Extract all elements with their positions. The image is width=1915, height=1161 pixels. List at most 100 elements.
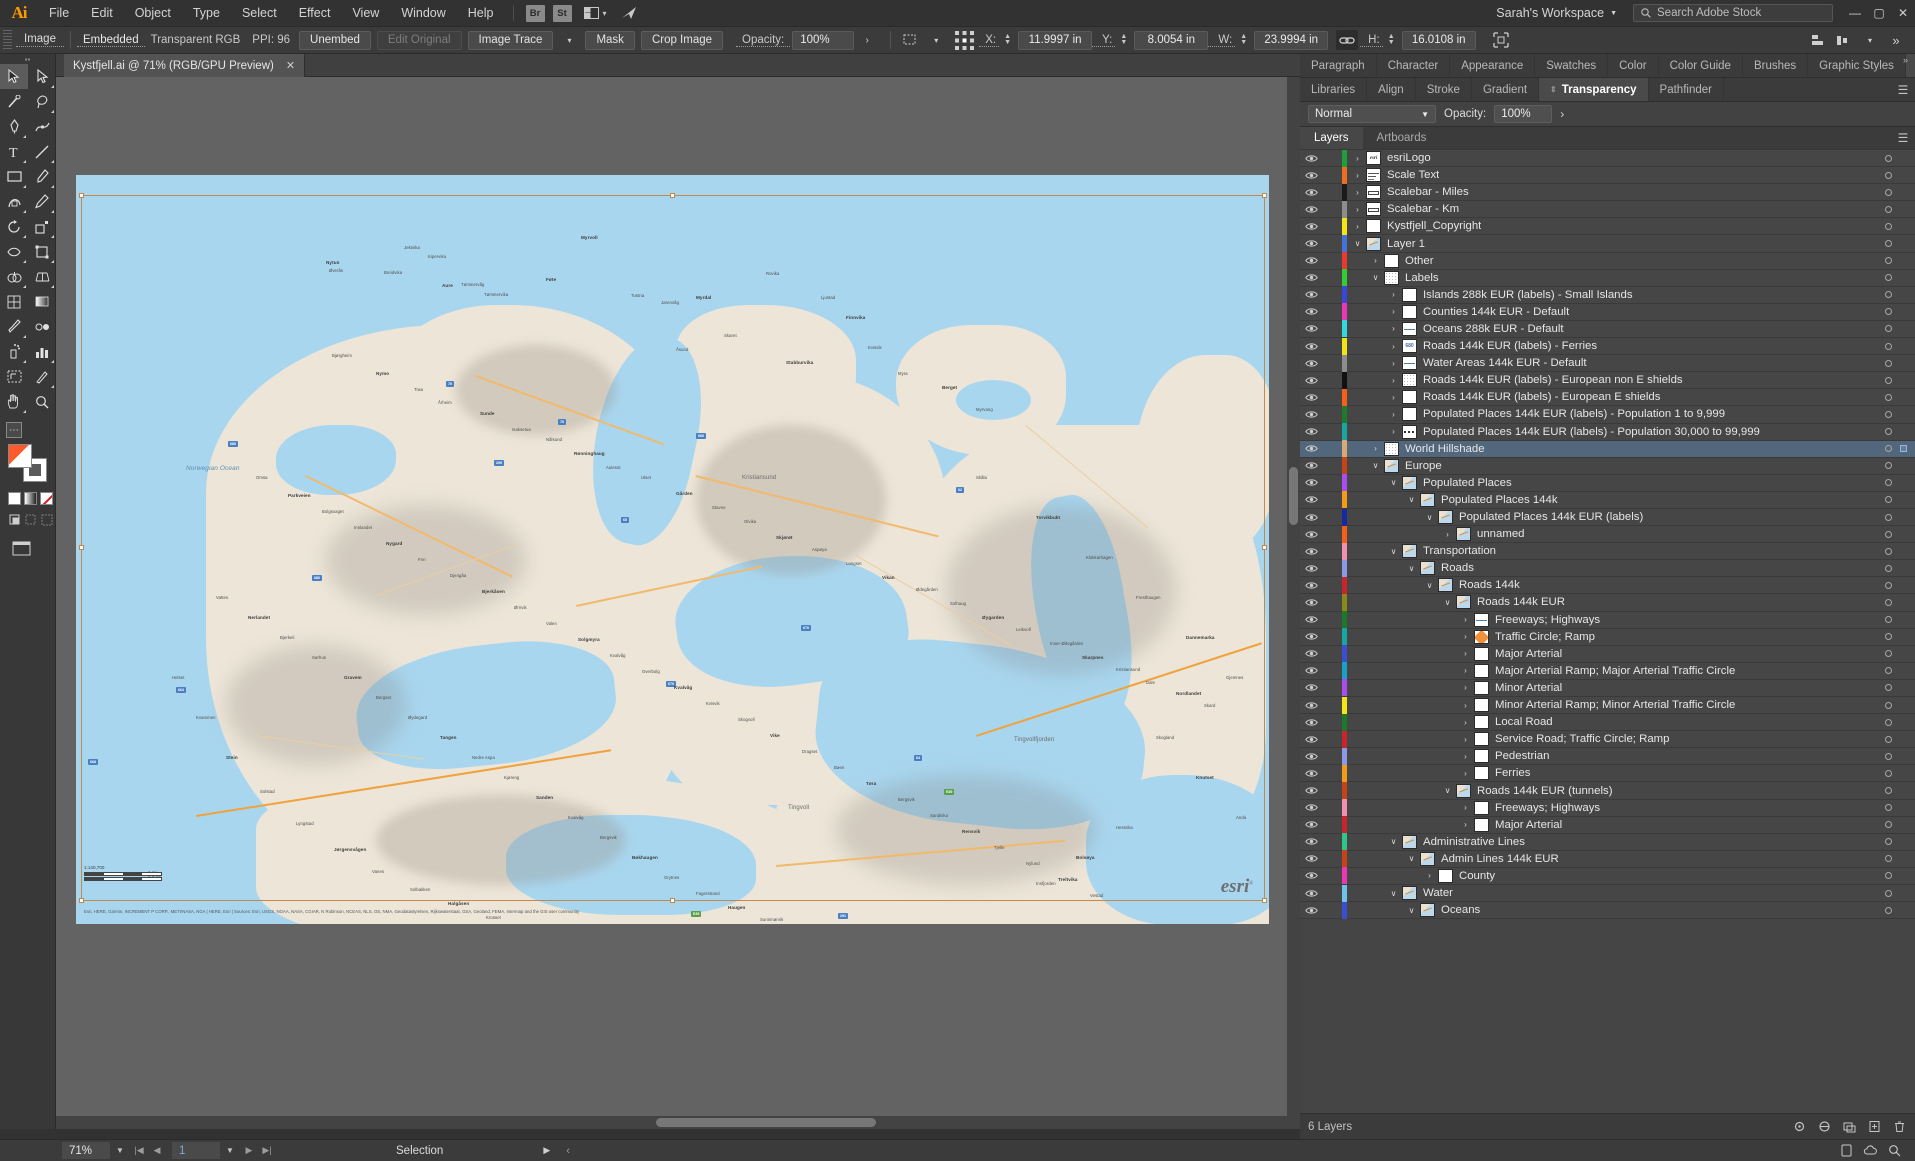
tab-transparency[interactable]: ⇕ Transparency (1539, 78, 1649, 101)
canvas-horizontal-scroll-thumb[interactable] (656, 1118, 876, 1127)
layer-expand-toggle[interactable]: › (1387, 427, 1400, 436)
artboard-number-input[interactable]: 1 (172, 1142, 220, 1159)
unembed-button[interactable]: Unembed (299, 31, 371, 50)
layer-row[interactable]: ›Roads 144k EUR (labels) - European non … (1300, 372, 1915, 389)
layer-expand-toggle[interactable]: ∨ (1405, 906, 1418, 915)
x-input[interactable]: 11.9997 in (1018, 31, 1092, 50)
transform-chevron-down-icon[interactable]: ▾ (925, 30, 947, 50)
layer-row[interactable]: ∨Layer 1 (1300, 235, 1915, 252)
mask-button[interactable]: Mask (585, 31, 634, 50)
gradient-fill-button[interactable] (24, 492, 37, 505)
crop-image-button[interactable]: Crop Image (641, 31, 723, 50)
blend-tool[interactable] (28, 314, 56, 339)
menu-type[interactable]: Type (182, 0, 231, 27)
opacity-options-icon[interactable]: › (1560, 107, 1564, 121)
layer-expand-toggle[interactable]: › (1459, 735, 1472, 744)
layer-row[interactable]: ›Service Road; Traffic Circle; Ramp (1300, 731, 1915, 748)
opacity-label[interactable]: Opacity: (736, 34, 790, 47)
align-icon[interactable] (1807, 30, 1829, 50)
type-tool[interactable]: T (0, 139, 28, 164)
layer-expand-toggle[interactable]: ∨ (1369, 273, 1382, 282)
artboard-tool[interactable] (0, 364, 28, 389)
bridge-icon[interactable]: Br (526, 5, 545, 22)
layer-row[interactable]: ›esriesriLogo (1300, 150, 1915, 167)
layer-row[interactable]: ›Kystfjell_Copyright (1300, 218, 1915, 235)
layer-visibility-toggle[interactable] (1300, 205, 1322, 214)
layer-row[interactable]: ›unnamed (1300, 526, 1915, 543)
layer-target-icon[interactable] (1885, 172, 1892, 179)
tab-gradient[interactable]: Gradient (1472, 78, 1539, 101)
screen-mode-button[interactable] (12, 541, 55, 556)
scale-tool[interactable] (28, 214, 56, 239)
layer-visibility-toggle[interactable] (1300, 427, 1322, 436)
tab-align[interactable]: Align (1367, 78, 1416, 101)
distribute-icon[interactable] (1833, 30, 1855, 50)
layer-visibility-toggle[interactable] (1300, 718, 1322, 727)
panel-menu-icon-2[interactable]: ☰ (1891, 78, 1915, 101)
layer-visibility-toggle[interactable] (1300, 769, 1322, 778)
layer-target-icon[interactable] (1885, 907, 1892, 914)
fill-swatch[interactable] (8, 444, 32, 468)
tab-pathfinder[interactable]: Pathfinder (1649, 78, 1724, 101)
layer-visibility-toggle[interactable] (1300, 393, 1322, 402)
selection-handle-mr[interactable] (1262, 545, 1267, 550)
layer-expand-toggle[interactable]: › (1387, 376, 1400, 385)
layer-visibility-toggle[interactable] (1300, 735, 1322, 744)
minimize-button[interactable]: — (1843, 0, 1867, 27)
layer-visibility-toggle[interactable] (1300, 530, 1322, 539)
rotate-tool[interactable] (0, 214, 28, 239)
stock-icon[interactable]: St (553, 5, 572, 22)
layer-row[interactable]: ›Scalebar - Miles (1300, 184, 1915, 201)
layer-target-icon[interactable] (1885, 206, 1892, 213)
toolbar-grip[interactable]: ▪▪ (0, 54, 55, 64)
constrain-proportions-icon[interactable] (1336, 30, 1358, 50)
layer-expand-toggle[interactable]: › (1459, 701, 1472, 710)
layer-target-icon[interactable] (1885, 548, 1892, 555)
layer-expand-toggle[interactable]: › (1387, 324, 1400, 333)
layer-visibility-toggle[interactable] (1300, 222, 1322, 231)
canvas-vertical-scrollbar[interactable] (1287, 77, 1300, 1129)
stock-search-icon[interactable] (621, 6, 638, 20)
layer-row[interactable]: ›County (1300, 868, 1915, 885)
layer-visibility-toggle[interactable] (1300, 324, 1322, 333)
tab-artboards[interactable]: Artboards (1363, 127, 1441, 149)
layer-expand-toggle[interactable]: › (1459, 666, 1472, 675)
status-chevron-left-icon[interactable]: ‹ (566, 1145, 570, 1157)
layer-expand-toggle[interactable]: ∨ (1387, 478, 1400, 487)
layer-row[interactable]: ›Scale Text (1300, 167, 1915, 184)
selection-handle-bl[interactable] (79, 898, 84, 903)
symbol-sprayer-tool[interactable] (0, 339, 28, 364)
layer-target-icon[interactable] (1885, 360, 1892, 367)
layer-expand-toggle[interactable]: › (1351, 154, 1364, 163)
layer-expand-toggle[interactable]: › (1459, 615, 1472, 624)
opacity-options-chevron-icon[interactable]: › (856, 30, 878, 50)
layer-visibility-toggle[interactable] (1300, 803, 1322, 812)
layer-row[interactable]: ∨Roads 144k EUR (tunnels) (1300, 782, 1915, 799)
layer-expand-toggle[interactable]: ∨ (1369, 461, 1382, 470)
reference-point-selector[interactable] (951, 30, 977, 50)
layer-expand-toggle[interactable]: ∨ (1405, 495, 1418, 504)
layer-visibility-toggle[interactable] (1300, 906, 1322, 915)
layer-row[interactable]: ›Freeways; Highways (1300, 800, 1915, 817)
w-input[interactable]: 23.9994 in (1254, 31, 1328, 50)
layer-row[interactable]: ›Populated Places 144k EUR (labels) - Po… (1300, 406, 1915, 423)
layer-expand-toggle[interactable]: › (1369, 444, 1382, 453)
layer-expand-toggle[interactable]: › (1387, 410, 1400, 419)
canvas-horizontal-scrollbar[interactable] (56, 1116, 1300, 1129)
layer-expand-toggle[interactable]: › (1387, 393, 1400, 402)
zoom-tool[interactable] (28, 389, 56, 414)
menu-select[interactable]: Select (231, 0, 288, 27)
opacity-input[interactable]: 100% (792, 31, 854, 50)
tab-layers[interactable]: Layers (1300, 127, 1363, 149)
layer-target-icon[interactable] (1885, 411, 1892, 418)
layer-expand-toggle[interactable]: › (1369, 256, 1382, 265)
layer-expand-toggle[interactable]: › (1459, 820, 1472, 829)
next-artboard-button[interactable]: ▶ (240, 1142, 258, 1159)
layer-target-icon[interactable] (1885, 633, 1892, 640)
menu-edit[interactable]: Edit (80, 0, 124, 27)
layer-row[interactable]: ›Local Road (1300, 714, 1915, 731)
paintbrush-tool[interactable] (28, 164, 56, 189)
layer-expand-toggle[interactable]: › (1459, 803, 1472, 812)
layer-expand-toggle[interactable]: ∨ (1405, 854, 1418, 863)
layer-target-icon[interactable] (1885, 531, 1892, 538)
